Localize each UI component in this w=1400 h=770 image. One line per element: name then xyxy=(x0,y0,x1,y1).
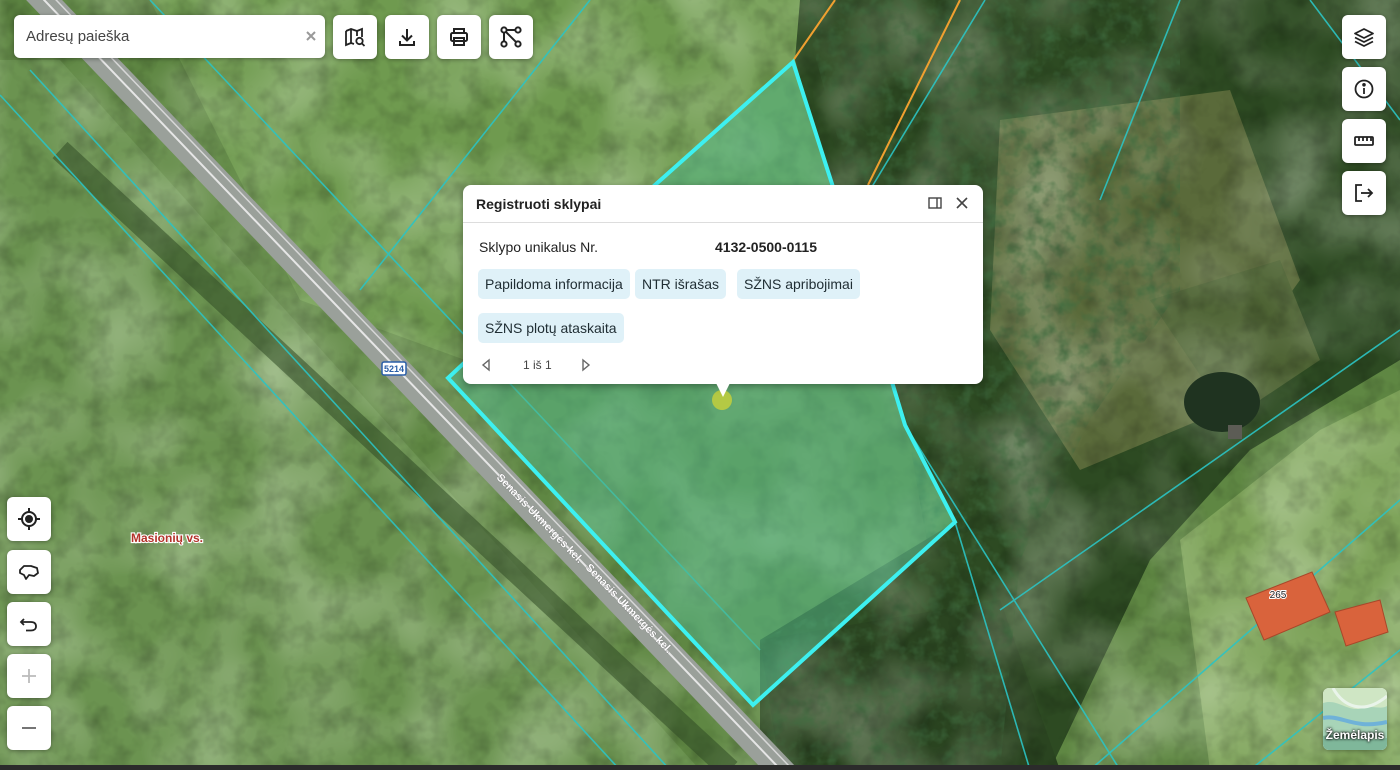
route-icon xyxy=(499,25,523,49)
bottom-edge-bar xyxy=(0,765,1400,770)
popup-title: Registruoti sklypai xyxy=(476,196,602,212)
search-input[interactable] xyxy=(14,15,294,58)
prev-page-icon[interactable] xyxy=(479,356,497,374)
basemap-switch[interactable]: Žemėlapis xyxy=(1323,688,1387,750)
pagination-text: 1 iš 1 xyxy=(523,358,552,372)
info-icon xyxy=(1353,78,1375,100)
zoom-out-button[interactable] xyxy=(7,706,51,750)
undo-icon xyxy=(18,613,40,635)
download-button[interactable] xyxy=(385,15,429,59)
lasso-select-button[interactable] xyxy=(7,550,51,594)
village-label: Masionių vs. xyxy=(131,531,203,545)
road-number-label: 5214 xyxy=(384,364,404,374)
szns-restrictions-button[interactable]: SŽNS apribojimai xyxy=(737,269,860,299)
close-icon[interactable] xyxy=(953,194,971,212)
clear-search-icon[interactable] xyxy=(302,27,320,45)
parcel-number-label: Sklypo unikalus Nr. xyxy=(479,239,599,255)
map-search-icon xyxy=(344,26,366,48)
map-search-button[interactable] xyxy=(333,15,377,59)
locate-button[interactable] xyxy=(7,497,51,541)
undo-button[interactable] xyxy=(7,602,51,646)
layers-button[interactable] xyxy=(1342,15,1386,59)
popup-header: Registruoti sklypai xyxy=(463,185,983,223)
lasso-icon xyxy=(17,560,41,584)
basemap-label: Žemėlapis xyxy=(1325,728,1385,742)
address-search xyxy=(14,15,325,58)
plus-icon xyxy=(19,666,39,686)
maximize-icon[interactable] xyxy=(926,194,944,212)
additional-info-button[interactable]: Papildoma informacija xyxy=(478,269,630,299)
logout-icon xyxy=(1353,182,1375,204)
szns-area-report-button[interactable]: SŽNS plotų ataskaita xyxy=(478,313,624,343)
info-button[interactable] xyxy=(1342,67,1386,111)
map-canvas[interactable]: 5214 Senasis Ukmergės kel. Senasis Ukmer… xyxy=(0,0,1400,770)
logout-button[interactable] xyxy=(1342,171,1386,215)
house-number-label: 265 xyxy=(1270,590,1287,601)
minus-icon xyxy=(19,718,39,738)
parcel-number-value: 4132-0500-0115 xyxy=(715,239,817,255)
zoom-in-button[interactable] xyxy=(7,654,51,698)
locate-icon xyxy=(17,507,41,531)
ntr-extract-button[interactable]: NTR išrašas xyxy=(635,269,727,299)
print-icon xyxy=(448,26,470,48)
route-button[interactable] xyxy=(489,15,533,59)
pond xyxy=(1184,372,1260,432)
print-button[interactable] xyxy=(437,15,481,59)
layers-icon xyxy=(1353,26,1375,48)
next-page-icon[interactable] xyxy=(579,356,597,374)
download-icon xyxy=(396,26,418,48)
ruler-icon xyxy=(1353,130,1375,152)
popup-pointer xyxy=(716,383,730,397)
parcel-info-popup: Registruoti sklypai Sklypo unikalus Nr. … xyxy=(463,185,983,384)
measure-button[interactable] xyxy=(1342,119,1386,163)
